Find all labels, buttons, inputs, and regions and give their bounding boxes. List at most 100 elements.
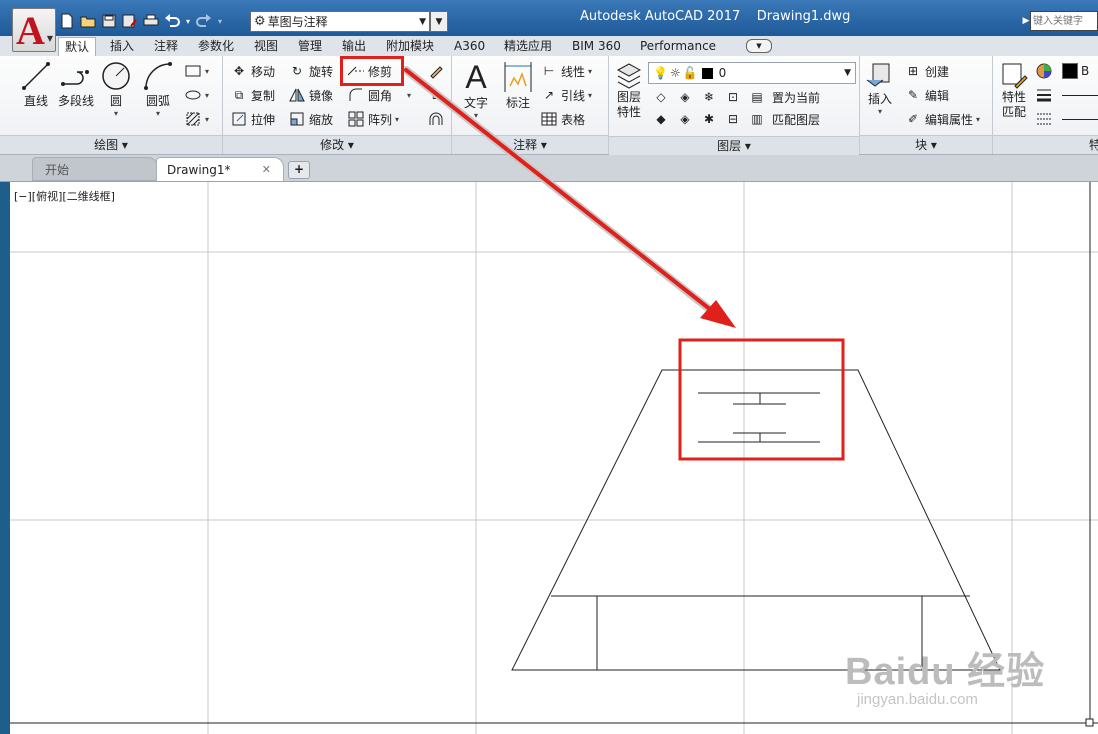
workspace-name: 草图与注释 xyxy=(267,15,328,29)
plot-icon[interactable] xyxy=(142,12,160,30)
open-icon[interactable] xyxy=(79,12,97,30)
layer-isolate-icon[interactable]: ◈ xyxy=(676,88,694,106)
workspace-select[interactable]: ⚙ 草图与注释 ▼ xyxy=(250,11,430,32)
tab-annotate[interactable]: 注释 xyxy=(148,37,184,55)
layer-properties-button[interactable]: 图层 特性 xyxy=(611,60,647,120)
tab-parametric[interactable]: 参数化 xyxy=(192,37,240,55)
qat-customize-button[interactable]: ▼ xyxy=(430,11,448,32)
layer-freeze-icon[interactable]: ❄ xyxy=(700,88,718,106)
tab-addins[interactable]: 附加模块 xyxy=(380,37,440,55)
copy-label: 复制 xyxy=(251,88,276,103)
block-panel-title[interactable]: 块 ▾ xyxy=(860,135,992,154)
new-icon[interactable] xyxy=(58,12,76,30)
tab-featured-apps[interactable]: 精选应用 xyxy=(498,37,558,55)
layers-panel-title[interactable]: 图层 ▾ xyxy=(609,136,859,155)
erase-button[interactable] xyxy=(427,60,445,82)
annotation-panel-title[interactable]: 注释 ▾ xyxy=(452,135,608,154)
search-input[interactable] xyxy=(1030,11,1098,31)
tab-manage[interactable]: 管理 xyxy=(292,37,328,55)
linear-dimension-icon: ⊢ xyxy=(543,64,555,78)
arc-icon xyxy=(144,62,172,90)
edit-block-button[interactable]: ✎ 编辑 xyxy=(904,84,949,106)
circle-button[interactable]: 圆 ▾ xyxy=(98,60,134,118)
undo-dropdown-icon[interactable]: ▾ xyxy=(184,12,192,30)
expand-arrow-icon[interactable]: ▶ xyxy=(1022,11,1030,31)
lineweight-control[interactable] xyxy=(1035,84,1098,106)
table-button[interactable]: 表格 xyxy=(540,108,585,130)
match-properties-button[interactable]: 特性 匹配 xyxy=(995,60,1033,120)
chevron-down-icon: ▼ xyxy=(844,68,851,78)
baidu-watermark: Baidu 经验 jingyan.baidu.com xyxy=(845,640,1045,708)
edit-attributes-button[interactable]: ✐ 编辑属性 ▾ xyxy=(904,108,980,130)
layer-stack-icon xyxy=(616,63,642,89)
modify-panel-title[interactable]: 修改 ▾ xyxy=(223,135,451,154)
close-icon[interactable]: ✕ xyxy=(262,158,271,182)
layer-off-icon[interactable]: ◇ xyxy=(652,88,670,106)
layer-unlock-icon[interactable]: ⊟ xyxy=(724,110,742,128)
layer-select[interactable]: 💡 ☼ 🔓 0 ▼ xyxy=(648,62,856,84)
explode-button[interactable]: ⧈ xyxy=(427,84,445,106)
corner-grip[interactable] xyxy=(1085,718,1094,727)
chevron-down-icon[interactable]: ▾ xyxy=(98,109,134,118)
insert-block-button[interactable]: 插入 ▾ xyxy=(862,60,898,116)
rectangle-button[interactable]: ▾ xyxy=(184,60,209,82)
leader-button[interactable]: ↗ 引线 ▾ xyxy=(540,84,592,106)
redo-dropdown-icon[interactable]: ▾ xyxy=(216,12,224,30)
fillet-button[interactable]: 圆角 ▾ xyxy=(347,84,411,106)
text-label: 文字 xyxy=(463,96,488,110)
create-block-button[interactable]: ⊞ 创建 xyxy=(904,60,949,82)
tab-bim360[interactable]: BIM 360 xyxy=(566,37,627,55)
text-button[interactable]: A 文字 ▾ xyxy=(458,60,494,120)
chevron-down-icon[interactable]: ▾ xyxy=(138,109,178,118)
undo-icon[interactable] xyxy=(163,12,181,30)
properties-panel-title[interactable]: 特 xyxy=(993,135,1098,154)
ellipse-button[interactable]: ▾ xyxy=(184,84,209,106)
tab-performance[interactable]: Performance xyxy=(634,37,722,55)
color-control[interactable]: B xyxy=(1035,60,1089,82)
create-label: 创建 xyxy=(925,64,950,79)
table-label: 表格 xyxy=(561,112,586,127)
tab-a360[interactable]: A360 xyxy=(448,37,491,55)
circle-icon xyxy=(102,62,130,90)
ribbon-minimize-icon[interactable]: ▼ xyxy=(746,39,772,53)
lineweight-line xyxy=(1062,94,1098,96)
layer-on-icon[interactable]: ◆ xyxy=(652,110,670,128)
line-button[interactable]: 直线 xyxy=(18,60,54,109)
layer-lock-icon[interactable]: ⊡ xyxy=(724,88,742,106)
scale-button[interactable]: 缩放 xyxy=(288,108,333,130)
offset-button[interactable] xyxy=(427,108,445,130)
viewport-controls-label[interactable]: [−][俯视][二维线框] xyxy=(14,188,115,204)
linetype-control[interactable] xyxy=(1035,108,1098,130)
table-icon xyxy=(540,110,558,128)
chevron-down-icon[interactable]: ▾ xyxy=(458,111,494,120)
rotate-button[interactable]: ↻ 旋转 xyxy=(288,60,333,82)
layer-thaw-icon[interactable]: ✱ xyxy=(700,110,718,128)
tab-output[interactable]: 输出 xyxy=(336,37,372,55)
match-layer-button[interactable]: 匹配图层 xyxy=(772,111,820,128)
mirror-button[interactable]: 镜像 xyxy=(288,84,333,106)
dimension-button[interactable]: 标注 xyxy=(498,60,538,111)
move-button[interactable]: ✥ 移动 xyxy=(230,60,275,82)
tab-start[interactable]: 开始 xyxy=(32,157,158,181)
linear-button[interactable]: ⊢ 线性 ▾ xyxy=(540,60,592,82)
tab-drawing1[interactable]: Drawing1* ✕ xyxy=(156,157,284,181)
application-menu-button[interactable]: A ▼ xyxy=(12,8,56,53)
new-tab-button[interactable]: + xyxy=(288,161,310,179)
chevron-down-icon[interactable]: ▾ xyxy=(862,107,898,116)
hatch-button[interactable]: ▾ xyxy=(184,108,209,130)
chevron-down-icon: ▾ xyxy=(976,114,981,124)
tab-home[interactable]: 默认 xyxy=(58,37,97,56)
save-icon[interactable] xyxy=(100,12,118,30)
draw-panel-title[interactable]: 绘图 ▾ xyxy=(0,135,222,154)
tab-view[interactable]: 视图 xyxy=(248,37,284,55)
tab-insert[interactable]: 插入 xyxy=(104,37,140,55)
array-button[interactable]: 阵列 ▾ xyxy=(347,108,399,130)
stretch-button[interactable]: 拉伸 xyxy=(230,108,275,130)
redo-icon[interactable] xyxy=(195,12,213,30)
layer-unisolate-icon[interactable]: ◈ xyxy=(676,110,694,128)
make-current-button[interactable]: 置为当前 xyxy=(772,89,820,106)
save-as-icon[interactable] xyxy=(121,12,139,30)
arc-button[interactable]: 圆弧 ▾ xyxy=(138,60,178,118)
polyline-button[interactable]: 多段线 xyxy=(56,60,96,109)
copy-button[interactable]: ⧉ 复制 xyxy=(230,84,275,106)
